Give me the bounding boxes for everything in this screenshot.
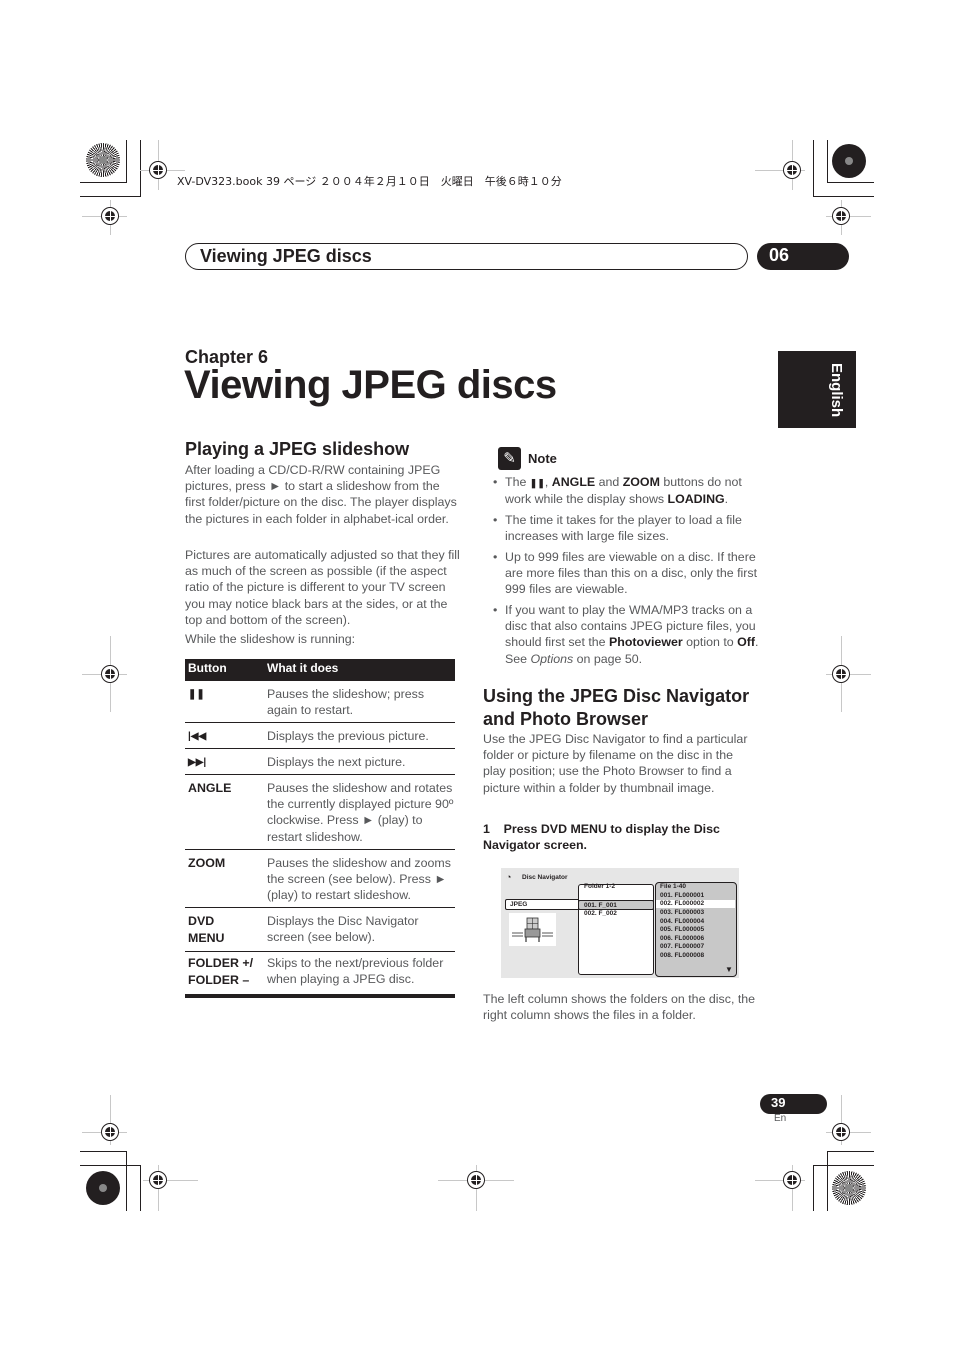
step-1: 1 Press DVD MENU to display the Disc Nav… <box>483 822 724 853</box>
file-item[interactable]: 005. FL000005 <box>660 926 704 933</box>
table-cell: Pauses the slideshow and rotates the cur… <box>267 781 454 844</box>
registration-star-icon <box>86 1171 120 1205</box>
section-heading-slideshow: Playing a JPEG slideshow <box>185 439 410 459</box>
registration-star-icon <box>832 144 866 178</box>
file-item[interactable]: 003. FL000003 <box>660 909 704 916</box>
previous-icon: |◀◀ <box>188 731 207 742</box>
page-language: En <box>774 1113 787 1124</box>
table-row: ANGLE Pauses the slideshow and rotates t… <box>185 775 455 850</box>
scroll-down-arrow-icon[interactable]: ▼ <box>725 965 733 974</box>
table-row: ▶▶| Displays the next picture. <box>185 749 455 775</box>
disc-icon: ◔ <box>506 872 512 882</box>
pause-icon: ❚❚ <box>188 689 205 700</box>
table-key: ZOOM <box>188 856 226 870</box>
folder-item[interactable]: 001. F_001 <box>584 902 617 909</box>
table-row: DVD MENU Displays the Disc Navigator scr… <box>185 908 455 952</box>
registration-mark-icon <box>149 1171 167 1189</box>
table-header: Button What it does <box>185 659 455 681</box>
paragraph: Pictures are automatically adjusted so t… <box>185 548 460 627</box>
button-table: Button What it does ❚❚ Pauses the slides… <box>185 659 455 998</box>
table-cell: Displays the Disc Navigator screen (see … <box>267 914 419 945</box>
table-key: DVD MENU <box>188 914 225 945</box>
registration-mark-icon <box>783 161 801 179</box>
language-label: English <box>828 363 845 418</box>
tab-jpeg[interactable]: JPEG <box>505 899 581 910</box>
file-item[interactable]: 002. FL000002 <box>660 900 704 907</box>
note-item: The ❚❚, ANGLE and ZOOM buttons do not wo… <box>491 474 761 507</box>
file-item[interactable]: 001. FL000001 <box>660 892 704 899</box>
registration-mark-icon <box>832 1123 850 1141</box>
print-header: XV-DV323.book 39 ページ ２００４年２月１０日 火曜日 午後６時… <box>177 175 562 188</box>
note-item: If you want to play the WMA/MP3 tracks o… <box>491 602 761 667</box>
table-row: |◀◀ Displays the previous picture. <box>185 723 455 749</box>
note-item: Up to 999 files are viewable on a disc. … <box>491 549 761 598</box>
section-heading-navigator: Using the JPEG Disc Navigator and Photo … <box>483 686 750 729</box>
table-key: ANGLE <box>188 781 232 795</box>
registration-mark-icon <box>783 1171 801 1189</box>
file-item[interactable]: 008. FL000008 <box>660 952 704 959</box>
next-icon: ▶▶| <box>188 757 207 768</box>
folder-item[interactable]: 002. F_002 <box>584 910 617 917</box>
table-cell: Pauses the slideshow and zooms the scree… <box>267 856 451 903</box>
table-row: ❚❚ Pauses the slideshow; press again to … <box>185 681 455 723</box>
pause-icon: ❚❚ <box>529 478 545 488</box>
registration-mark-icon <box>101 665 119 683</box>
file-header: File 1-40 <box>660 883 687 890</box>
registration-mark-icon <box>101 207 119 225</box>
file-item[interactable]: 004. FL000004 <box>660 918 704 925</box>
registration-mark-icon <box>832 207 850 225</box>
table-cell: Pauses the slideshow; press again to res… <box>267 687 425 718</box>
registration-mark-icon <box>832 665 850 683</box>
paragraph: After loading a CD/CD-R/RW containing JP… <box>185 463 457 526</box>
column-header: Button <box>188 661 227 675</box>
note-list: The ❚❚, ANGLE and ZOOM buttons do not wo… <box>491 474 761 671</box>
table-row: ZOOM Pauses the slideshow and zooms the … <box>185 850 455 908</box>
table-bottom-rule <box>185 994 455 998</box>
navigator-title: Disc Navigator <box>522 874 568 881</box>
chapter-number-badge: 06 <box>757 243 849 270</box>
folder-list <box>578 884 654 975</box>
page-title: Viewing JPEG discs <box>184 363 557 407</box>
photo-thumbnail <box>509 913 556 946</box>
table-row: FOLDER +/ FOLDER – Skips to the next/pre… <box>185 952 455 994</box>
registration-mark-icon <box>467 1171 485 1189</box>
file-item[interactable]: 006. FL000006 <box>660 935 704 942</box>
registration-mark-icon <box>101 1123 119 1141</box>
caption: The left column shows the folders on the… <box>483 992 756 1023</box>
disc-navigator-screen: ◔ Disc Navigator JPEG Folder 1-2 001. F_… <box>501 868 739 978</box>
section-title: Viewing JPEG discs <box>200 246 372 266</box>
paragraph: Use the JPEG Disc Navigator to find a pa… <box>483 732 748 795</box>
registration-star-icon <box>86 143 120 177</box>
page-number: 39 <box>771 1095 786 1110</box>
table-cell: Displays the next picture. <box>267 755 406 769</box>
registration-star-icon <box>832 1171 866 1205</box>
note-item: The time it takes for the player to load… <box>491 512 761 544</box>
pencil-icon: ✎ <box>498 447 521 470</box>
chapter-number: 06 <box>769 245 790 265</box>
table-cell: Displays the previous picture. <box>267 729 429 743</box>
section-header: Viewing JPEG discs <box>185 243 748 270</box>
note-title: Note <box>528 451 557 466</box>
column-header: What it does <box>267 661 339 675</box>
registration-mark-icon <box>149 161 167 179</box>
table-key: FOLDER +/ FOLDER – <box>188 956 254 987</box>
table-cell: Skips to the next/previous folder when p… <box>267 956 444 987</box>
language-tab: English <box>778 351 856 428</box>
folder-header: Folder 1-2 <box>584 883 616 890</box>
file-item[interactable]: 007. FL000007 <box>660 943 704 950</box>
page-number-badge: 39 <box>760 1094 827 1114</box>
paragraph: While the slideshow is running: <box>185 632 356 646</box>
